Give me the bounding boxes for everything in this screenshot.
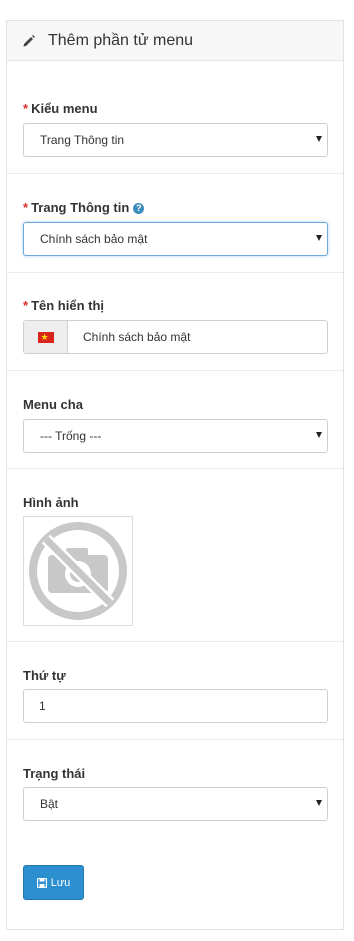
image-picker[interactable] (23, 516, 133, 626)
language-addon: ★ (24, 321, 68, 353)
chevron-down-icon (316, 136, 322, 142)
parent-menu-select[interactable]: --- Trống --- (23, 419, 328, 453)
menu-type-label: * Kiểu menu (23, 101, 98, 116)
panel-header: Thêm phần tử menu (7, 21, 343, 61)
floppy-disk-icon (36, 877, 47, 888)
divider (7, 173, 343, 174)
no-camera-icon (29, 522, 127, 620)
display-name-input[interactable]: ★ Chính sách bảo mật (23, 320, 328, 354)
info-page-select[interactable]: Chính sách bảo mật (23, 222, 328, 256)
divider (7, 370, 343, 371)
panel-title: Thêm phần tử menu (48, 31, 194, 49)
info-page-label: * Trang Thông tin? (23, 200, 145, 215)
chevron-down-icon (316, 432, 322, 438)
question-circle-icon[interactable]: ? (133, 203, 145, 214)
pencil-icon (22, 34, 36, 48)
parent-menu-label: Menu cha (23, 397, 83, 412)
divider (7, 468, 343, 469)
add-menu-item-panel: Thêm phần tử menu * Kiểu menu Trang Thông… (6, 20, 344, 930)
divider (7, 641, 343, 642)
divider (7, 739, 343, 740)
vietnam-flag-icon: ★ (37, 331, 54, 343)
order-input[interactable]: 1 (23, 689, 328, 723)
status-select[interactable]: Bật (23, 787, 328, 821)
image-label: Hình ảnh (23, 495, 79, 510)
menu-type-select[interactable]: Trang Thông tin (23, 123, 328, 157)
chevron-down-icon (316, 235, 322, 241)
order-label: Thứ tự (23, 668, 66, 683)
display-name-label: * Tên hiển thị (23, 298, 105, 313)
status-label: Trạng thái (23, 766, 86, 781)
save-button[interactable]: Lưu (23, 865, 84, 900)
divider (7, 272, 343, 273)
chevron-down-icon (316, 800, 322, 806)
